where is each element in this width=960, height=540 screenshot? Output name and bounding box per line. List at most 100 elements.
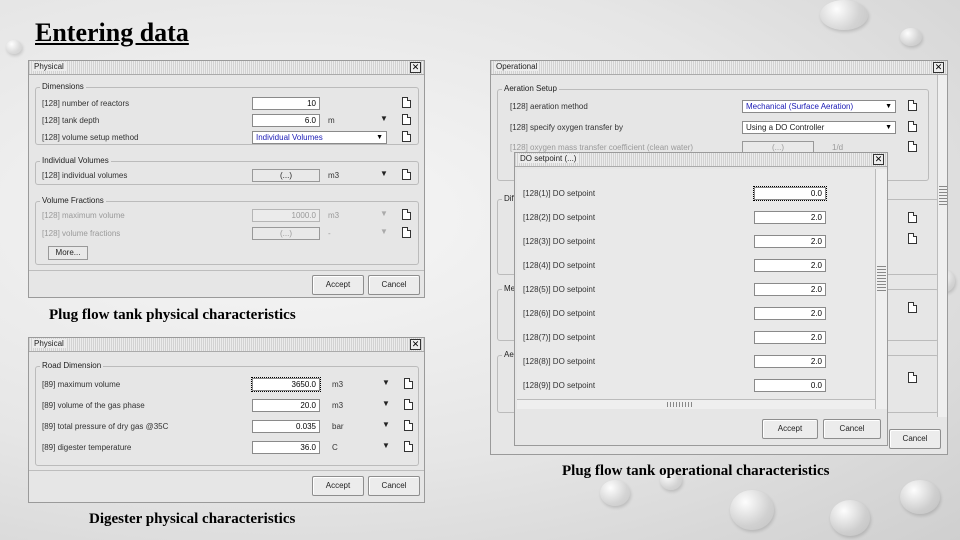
document-icon[interactable] [404, 378, 413, 389]
unit-label: m [328, 116, 335, 125]
document-icon[interactable] [908, 233, 917, 244]
oxygen-transfer-dropdown[interactable]: Using a DO Controller ▼ [742, 121, 896, 134]
unit-dropdown-arrow[interactable]: ▼ [382, 441, 390, 450]
vertical-scrollbar[interactable] [875, 169, 887, 409]
tank-depth-row: [128] tank depth 6.0 m ▼ [36, 114, 420, 128]
unit-dropdown-arrow[interactable]: ▼ [380, 114, 388, 123]
accept-button[interactable]: Accept [312, 275, 364, 295]
digester-temperature-row: [89] digester temperature 36.0 C ▼ [36, 441, 420, 455]
document-icon[interactable] [402, 131, 411, 142]
title-bar[interactable]: Physical ✕ [29, 338, 424, 352]
aeration-method-dropdown[interactable]: Mechanical (Surface Aeration) ▼ [742, 100, 896, 113]
oxygen-transfer-row: [128] specify oxygen transfer by Using a… [498, 121, 930, 135]
water-drop [900, 28, 922, 46]
scroll-grip[interactable] [877, 265, 886, 291]
more-button[interactable]: More... [48, 246, 88, 260]
unit-label: m3 [328, 211, 340, 220]
unit-dropdown-arrow[interactable]: ▼ [382, 378, 390, 387]
volume-setup-dropdown[interactable]: Individual Volumes ▼ [252, 131, 387, 144]
unit-dropdown-arrow[interactable]: ▼ [380, 169, 388, 178]
cancel-button[interactable]: Cancel [368, 476, 420, 496]
volume-fractions-edit-button[interactable]: (...) [252, 227, 320, 240]
setpoint-input[interactable]: 2.0 [754, 211, 826, 224]
dropdown-value: Individual Volumes [256, 133, 323, 142]
document-icon[interactable] [402, 97, 411, 108]
caption-digester-physical: Digester physical characteristics [89, 511, 296, 527]
document-icon[interactable] [402, 209, 411, 220]
title-bar[interactable]: Physical ✕ [29, 61, 424, 75]
scroll-grip[interactable] [939, 185, 947, 205]
document-icon[interactable] [908, 100, 917, 111]
close-icon[interactable]: ✕ [873, 154, 884, 165]
unit-dropdown-arrow[interactable]: ▼ [380, 227, 388, 236]
group-legend: Volume Fractions [40, 196, 106, 205]
document-icon[interactable] [908, 212, 917, 223]
window-title: DO setpoint (...) [518, 154, 579, 163]
dry-gas-pressure-row: [89] total pressure of dry gas @35C 0.03… [36, 420, 420, 434]
setpoint-list: [128(1)] DO setpoint 0.0 [128(2)] DO set… [517, 169, 875, 409]
unit-label: m3 [332, 401, 344, 410]
scroll-grip[interactable] [667, 402, 693, 407]
field-label: [89] total pressure of dry gas @35C [42, 422, 169, 431]
setpoint-input[interactable]: 0.0 [753, 186, 827, 201]
field-label: [128(8)] DO setpoint [523, 357, 596, 366]
accept-button[interactable]: Accept [762, 419, 818, 439]
setpoint-input[interactable]: 2.0 [754, 331, 826, 344]
number-of-reactors-input[interactable]: 10 [252, 97, 320, 110]
title-bar[interactable]: DO setpoint (...) ✕ [515, 153, 887, 167]
dry-gas-pressure-input[interactable]: 0.035 [252, 420, 320, 433]
setpoint-input[interactable]: 2.0 [754, 235, 826, 248]
unit-label: m3 [332, 380, 344, 389]
setpoint-row: [128(9)] DO setpoint 0.0 [517, 379, 875, 393]
field-label: [128] aeration method [510, 102, 588, 111]
maximum-volume-input[interactable]: 3650.0 [251, 377, 321, 392]
document-icon[interactable] [402, 169, 411, 180]
water-drop [830, 500, 870, 536]
maximum-volume-input[interactable]: 1000.0 [252, 209, 320, 222]
tank-depth-input[interactable]: 6.0 [252, 114, 320, 127]
vertical-scrollbar[interactable] [937, 75, 947, 417]
cancel-button[interactable]: Cancel [823, 419, 881, 439]
unit-dropdown-arrow[interactable]: ▼ [382, 399, 390, 408]
setpoint-row: [128(1)] DO setpoint 0.0 [517, 186, 875, 201]
gas-phase-volume-input[interactable]: 20.0 [252, 399, 320, 412]
number-of-reactors-row: [128] number of reactors 10 [36, 97, 420, 111]
document-icon[interactable] [908, 302, 917, 313]
document-icon[interactable] [404, 420, 413, 431]
setpoint-row: [128(8)] DO setpoint 2.0 [517, 355, 875, 369]
setpoint-input[interactable]: 2.0 [754, 283, 826, 296]
document-icon[interactable] [908, 141, 917, 152]
close-icon[interactable]: ✕ [410, 62, 421, 73]
document-icon[interactable] [908, 372, 917, 383]
document-icon[interactable] [404, 441, 413, 452]
setpoint-input[interactable]: 2.0 [754, 355, 826, 368]
title-bar[interactable]: Operational ✕ [491, 61, 947, 75]
field-label: [89] volume of the gas phase [42, 401, 145, 410]
unit-dropdown-arrow[interactable]: ▼ [382, 420, 390, 429]
road-dimension-group: Road Dimension [89] maximum volume 3650.… [35, 361, 420, 466]
field-label: [128(1)] DO setpoint [523, 189, 596, 198]
volume-setup-row: [128] volume setup method Individual Vol… [36, 131, 420, 145]
cancel-button[interactable]: Cancel [889, 429, 941, 449]
unit-dropdown-arrow[interactable]: ▼ [380, 209, 388, 218]
divider [29, 270, 424, 271]
group-legend: Dimensions [40, 82, 86, 91]
document-icon[interactable] [402, 227, 411, 238]
horizontal-scrollbar[interactable] [517, 399, 875, 409]
group-legend: Road Dimension [40, 361, 104, 370]
field-label: [128(2)] DO setpoint [523, 213, 596, 222]
close-icon[interactable]: ✕ [933, 62, 944, 73]
field-label: [128(9)] DO setpoint [523, 381, 596, 390]
document-icon[interactable] [404, 399, 413, 410]
accept-button[interactable]: Accept [312, 476, 364, 496]
individual-volumes-edit-button[interactable]: (...) [252, 169, 320, 182]
setpoint-input[interactable]: 2.0 [754, 259, 826, 272]
cancel-button[interactable]: Cancel [368, 275, 420, 295]
digester-temperature-input[interactable]: 36.0 [252, 441, 320, 454]
close-icon[interactable]: ✕ [410, 339, 421, 350]
setpoint-input[interactable]: 2.0 [754, 307, 826, 320]
document-icon[interactable] [908, 121, 917, 132]
setpoint-input[interactable]: 0.0 [754, 379, 826, 392]
document-icon[interactable] [402, 114, 411, 125]
setpoint-row: [128(4)] DO setpoint 2.0 [517, 259, 875, 273]
